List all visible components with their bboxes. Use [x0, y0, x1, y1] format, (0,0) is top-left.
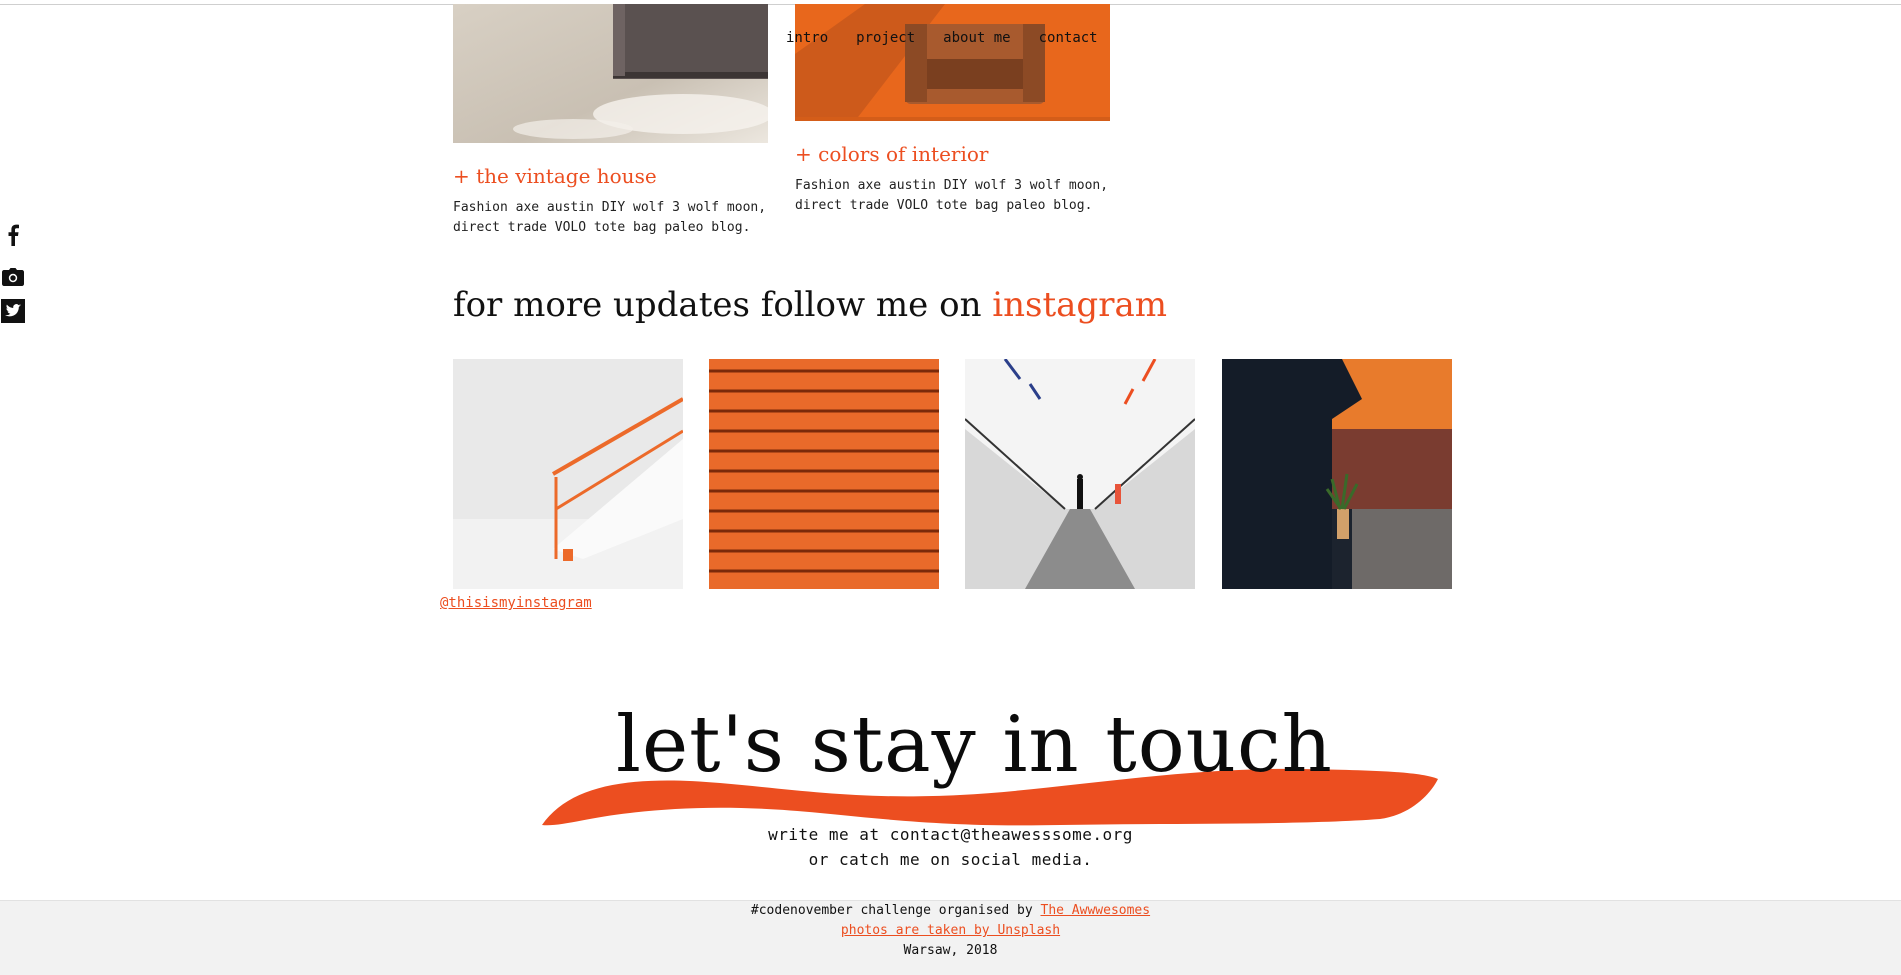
- instagram-heading: for more updates follow me on instagram: [453, 285, 1167, 325]
- instagram-photo[interactable]: [1222, 359, 1452, 589]
- instagram-handle-link[interactable]: @thisismyinstagram: [440, 595, 592, 611]
- nav-item-about[interactable]: about me: [943, 30, 1010, 46]
- project-description: Fashion axe austin DIY wolf 3 wolf moon,…: [795, 178, 1109, 213]
- footer: #codenovember challenge organised by The…: [0, 900, 1901, 975]
- instagram-heading-accent[interactable]: instagram: [992, 285, 1167, 325]
- twitter-icon[interactable]: [0, 298, 26, 324]
- project-image-colors-of-interior[interactable]: [795, 4, 1110, 121]
- project-image-vintage-house[interactable]: [453, 4, 768, 143]
- nav-item-contact[interactable]: contact: [1039, 30, 1098, 46]
- instagram-photo[interactable]: [709, 359, 939, 589]
- instagram-photo[interactable]: [965, 359, 1195, 589]
- contact-email-line: write me at contact@theawesssome.org: [768, 825, 1133, 844]
- footer-photo-line: photos are taken by Unsplash: [0, 923, 1901, 938]
- footer-location: Warsaw, 2018: [903, 943, 998, 958]
- facebook-icon[interactable]: [0, 222, 26, 248]
- stay-in-touch-heading: let's stay in touch: [616, 700, 1333, 790]
- main-nav: intro project about me contact: [786, 30, 1126, 46]
- camera-icon[interactable]: [0, 264, 26, 290]
- awwwesomes-link[interactable]: The Awwwesomes: [1041, 903, 1151, 918]
- nav-item-intro[interactable]: intro: [786, 30, 828, 46]
- stay-in-touch: let's stay in touch: [540, 700, 1440, 830]
- project-description: Fashion axe austin DIY wolf 3 wolf moon,…: [453, 200, 767, 235]
- contact-social-line: or catch me on social media.: [808, 850, 1093, 869]
- project-title[interactable]: + the vintage house: [453, 164, 657, 188]
- footer-credit-line: #codenovember challenge organised by The…: [0, 903, 1901, 918]
- unsplash-link[interactable]: photos are taken by Unsplash: [841, 923, 1060, 938]
- instagram-photo[interactable]: [453, 359, 683, 589]
- instagram-heading-text: for more updates follow me on: [453, 285, 993, 325]
- project-card-vintage-house[interactable]: + the vintage house Fashion axe austin D…: [453, 4, 768, 244]
- project-title[interactable]: + colors of interior: [795, 142, 989, 166]
- footer-credit-text: #codenovember challenge organised by: [750, 903, 1041, 918]
- nav-item-project[interactable]: project: [856, 30, 915, 46]
